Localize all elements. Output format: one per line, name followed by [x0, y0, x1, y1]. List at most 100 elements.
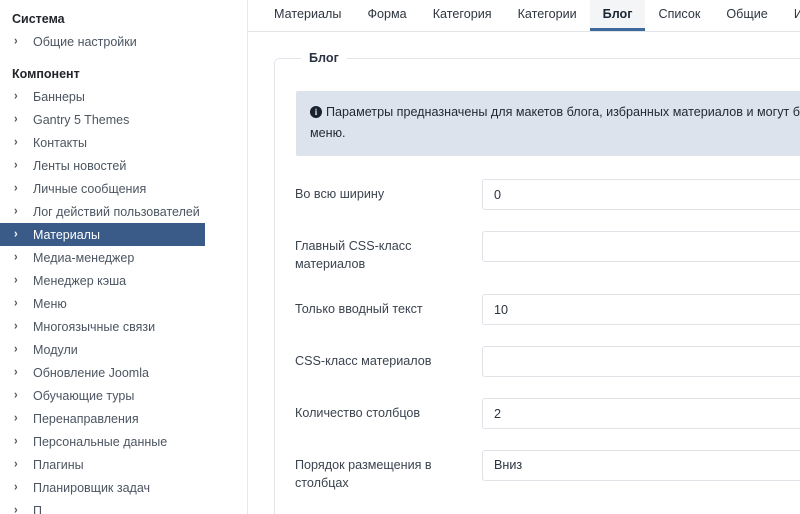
field-wrap — [482, 231, 800, 262]
tab-категория[interactable]: Категория — [420, 0, 505, 31]
tab-инте[interactable]: Инте — [781, 0, 800, 31]
sidebar-item-медиа-менеджер[interactable]: › Медиа-менеджер — [0, 246, 205, 269]
sidebar-item-label: Модули — [33, 342, 78, 357]
form-row: Только вводный текст — [275, 294, 800, 325]
field-label: Главный CSS-класс материалов — [295, 239, 412, 271]
sidebar: Система › Общие настройки Компонент › Баннеры… — [0, 0, 248, 514]
sidebar-groups: Система › Общие настройки Компонент › Баннеры… — [0, 12, 247, 514]
field-label: CSS-класс материалов — [295, 354, 432, 368]
sidebar-item-ленты-новостей[interactable]: › Ленты новостей — [0, 154, 205, 177]
select-порядок-размещения-в-столбцах[interactable]: Вниз — [482, 450, 800, 481]
chevron-right-icon: › — [14, 250, 18, 264]
sidebar-item-label: Ленты новостей — [33, 158, 127, 173]
sidebar-item-личные-сообщения[interactable]: › Личные сообщения — [0, 177, 205, 200]
sidebar-item-п[interactable]: › П — [0, 499, 205, 514]
form-row: Главный CSS-класс материалов — [275, 231, 800, 273]
chevron-right-icon: › — [14, 342, 18, 356]
form-row: Количество столбцов — [275, 398, 800, 429]
tab-форма[interactable]: Форма — [354, 0, 419, 31]
sidebar-item-менеджер-кэша[interactable]: › Менеджер кэша — [0, 269, 205, 292]
sidebar-item-баннеры[interactable]: › Баннеры — [0, 85, 205, 108]
chevron-right-icon: › — [14, 480, 18, 494]
tab-общие[interactable]: Общие — [713, 0, 780, 31]
sidebar-item-label: П — [33, 503, 42, 514]
sidebar-item-label: Обновление Joomla — [33, 365, 149, 380]
sidebar-item-label: Личные сообщения — [33, 181, 147, 196]
app-root: Система › Общие настройки Компонент › Баннеры… — [0, 0, 800, 514]
field-label: Количество столбцов — [295, 406, 421, 420]
sidebar-item-многоязычные-связи[interactable]: › Многоязычные связи — [0, 315, 205, 338]
field-wrap — [482, 398, 800, 429]
sidebar-item-материалы[interactable]: › Материалы — [0, 223, 205, 246]
sidebar-item-label: Плагины — [33, 457, 84, 472]
chevron-right-icon: › — [14, 388, 18, 402]
tab-label: Форма — [367, 7, 407, 21]
chevron-right-icon: › — [14, 158, 18, 172]
blog-settings-panel: Блог i Параметры предназначены для макето… — [274, 51, 800, 514]
sidebar-item-label: Общие настройки — [33, 34, 137, 49]
sidebar-item-label: Лог действий пользователей — [33, 204, 200, 219]
sidebar-item-label: Планировщик задач — [33, 480, 151, 495]
chevron-right-icon: › — [14, 434, 18, 448]
field-label: Порядок размещения в столбцах — [295, 458, 432, 490]
sidebar-item-label: Контакты — [33, 135, 87, 150]
chevron-right-icon: › — [14, 273, 18, 287]
field-wrap: Вниз — [482, 450, 800, 481]
form-row: Во всю ширину — [275, 179, 800, 210]
chevron-right-icon: › — [14, 34, 18, 48]
sidebar-item-label: Баннеры — [33, 89, 85, 104]
input-css-класс-материалов[interactable] — [482, 346, 800, 377]
sidebar-item-label: Обучающие туры — [33, 388, 135, 403]
sidebar-item-label: Gantry 5 Themes — [33, 112, 130, 127]
tab-label: Блог — [602, 7, 633, 21]
tab-bar: Материалы Форма Категория Категории Блог Спис… — [248, 0, 800, 32]
panel-legend: Блог — [301, 51, 347, 66]
input-только-вводный-текст[interactable] — [482, 294, 800, 325]
settings-form: Во всю ширину Главный CSS-класс материало… — [275, 179, 800, 513]
field-label: Только вводный текст — [295, 302, 423, 316]
sidebar-item-label: Материалы — [33, 227, 100, 242]
main-content: Материалы Форма Категория Категории Блог Спис… — [248, 0, 800, 514]
sidebar-group-heading: Компонент — [12, 67, 80, 81]
form-row: Порядок размещения в столбцах Вниз — [275, 450, 800, 492]
sidebar-item-модули[interactable]: › Модули — [0, 338, 205, 361]
sidebar-item-лог-действий-пользователей[interactable]: › Лог действий пользователей — [0, 200, 205, 223]
field-label: Во всю ширину — [295, 187, 385, 201]
tab-label: Категория — [432, 7, 492, 21]
sidebar-item-меню[interactable]: › Меню — [0, 292, 205, 315]
sidebar-item-обучающие-туры[interactable]: › Обучающие туры — [0, 384, 205, 407]
chevron-right-icon: › — [14, 181, 18, 195]
info-alert: i Параметры предназначены для макетов бло… — [296, 91, 800, 156]
tab-категории[interactable]: Категории — [505, 0, 590, 31]
info-alert-text: Параметры предназначены для макетов блог… — [310, 105, 800, 140]
chevron-right-icon: › — [14, 411, 18, 425]
sidebar-item-перенаправления[interactable]: › Перенаправления — [0, 407, 205, 430]
chevron-right-icon: › — [14, 457, 18, 471]
tab-список[interactable]: Список — [645, 0, 713, 31]
sidebar-item-персональные-данные[interactable]: › Персональные данные — [0, 430, 205, 453]
chevron-right-icon: › — [14, 365, 18, 379]
input-количество-столбцов[interactable] — [482, 398, 800, 429]
sidebar-item-планировщик-задач[interactable]: › Планировщик задач — [0, 476, 205, 499]
sidebar-item-gantry-5-themes[interactable]: › Gantry 5 Themes — [0, 108, 205, 131]
tab-материалы[interactable]: Материалы — [261, 0, 354, 31]
field-wrap — [482, 294, 800, 325]
chevron-right-icon: › — [14, 296, 18, 310]
sidebar-item-плагины[interactable]: › Плагины — [0, 453, 205, 476]
sidebar-item-label: Перенаправления — [33, 411, 139, 426]
chevron-right-icon: › — [14, 112, 18, 126]
input-во-всю-ширину[interactable] — [482, 179, 800, 210]
chevron-right-icon: › — [14, 227, 18, 241]
field-wrap — [482, 179, 800, 210]
sidebar-item-label: Менеджер кэша — [33, 273, 127, 288]
tab-блог[interactable]: Блог — [589, 0, 646, 31]
sidebar-item-общие-настройки[interactable]: › Общие настройки — [0, 30, 205, 53]
sidebar-item-обновление-joomla[interactable]: › Обновление Joomla — [0, 361, 205, 384]
tab-label: Материалы — [274, 7, 342, 21]
chevron-right-icon: › — [14, 89, 18, 103]
info-icon: i — [310, 106, 322, 118]
tab-label: Список — [658, 7, 701, 21]
chevron-right-icon: › — [14, 135, 18, 149]
sidebar-item-контакты[interactable]: › Контакты — [0, 131, 205, 154]
input-главный-css-класс-материалов[interactable] — [482, 231, 800, 262]
